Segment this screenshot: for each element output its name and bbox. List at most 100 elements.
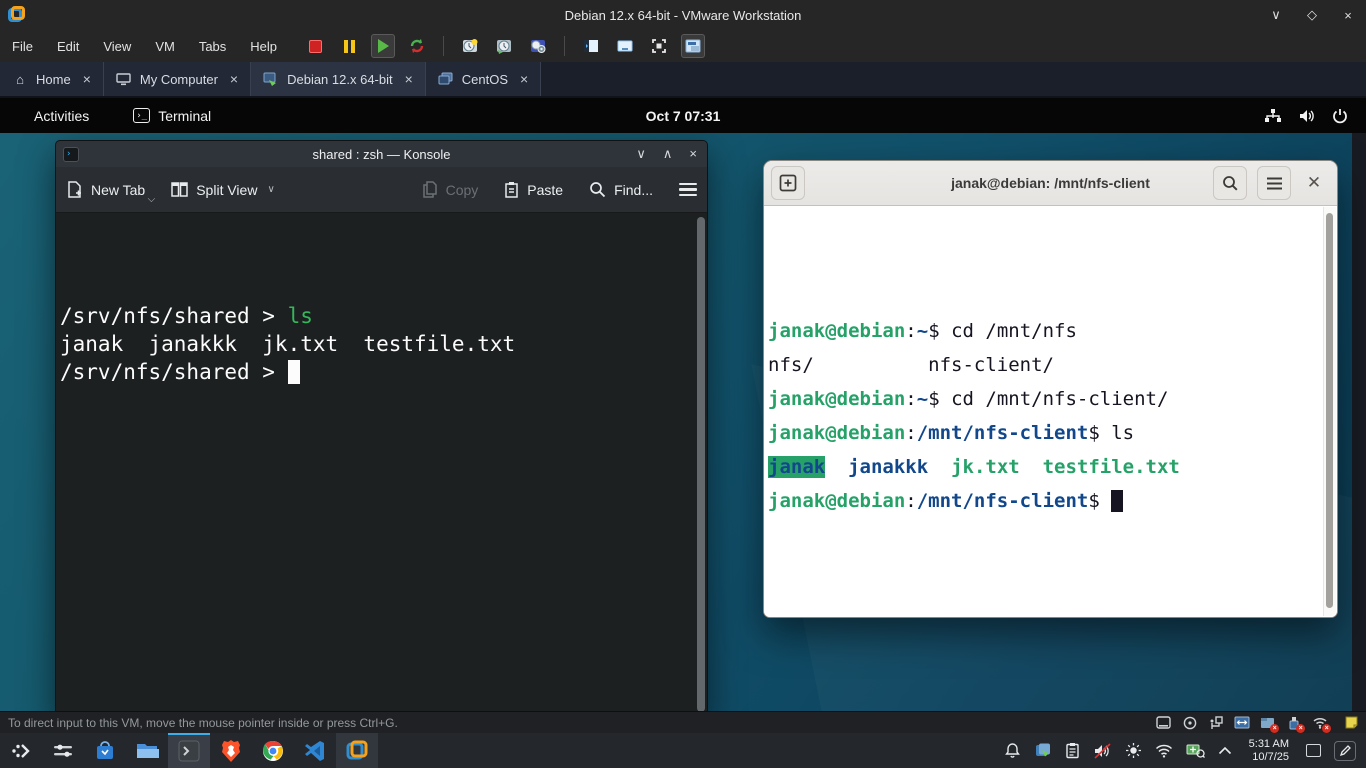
close-icon[interactable]: ✕ xyxy=(1301,173,1327,193)
find-button[interactable]: Find... xyxy=(589,181,653,198)
tab-home[interactable]: ⌂ Home × xyxy=(0,62,104,96)
cd-rom-icon[interactable] xyxy=(1181,715,1198,731)
tab-debian[interactable]: Debian 12.x 64-bit × xyxy=(251,62,426,96)
new-tab-icon xyxy=(66,181,83,198)
software-store-button[interactable] xyxy=(84,733,126,768)
message-log-icon[interactable] xyxy=(1343,715,1360,731)
show-library-icon[interactable] xyxy=(579,34,603,58)
tab-close-icon[interactable]: × xyxy=(520,71,528,87)
close-icon[interactable]: × xyxy=(689,146,697,162)
copy-icon xyxy=(422,181,438,198)
minimize-icon[interactable]: ∨ xyxy=(636,146,646,162)
split-view-label: Split View xyxy=(196,182,257,198)
tab-my-computer[interactable]: My Computer × xyxy=(104,62,251,96)
power-off-icon[interactable] xyxy=(303,34,327,58)
tab-close-icon[interactable]: × xyxy=(230,71,238,87)
pen-workspace-button[interactable] xyxy=(1334,741,1356,761)
tray-time: 5:31 AM xyxy=(1249,738,1289,751)
tab-centos[interactable]: CentOS × xyxy=(426,62,541,96)
snapshot-take-icon[interactable] xyxy=(458,34,482,58)
hamburger-menu-icon[interactable] xyxy=(679,183,697,197)
terminal-line: /srv/nfs/shared > ls xyxy=(60,302,705,330)
system-tray: 5:31 AM 10/7/25 xyxy=(1004,738,1356,764)
konsole-titlebar[interactable]: › shared : zsh — Konsole ∨ ∧ × xyxy=(56,141,707,167)
paste-button[interactable]: Paste xyxy=(504,181,563,198)
clock[interactable]: Oct 7 07:31 xyxy=(0,108,1366,124)
konsole-scrollbar[interactable] xyxy=(697,217,705,711)
wifi-disconnected-icon[interactable]: × xyxy=(1311,715,1328,731)
display-icon[interactable] xyxy=(1233,715,1250,731)
window-title: Debian 12.x 64-bit - VMware Workstation xyxy=(0,8,1366,23)
gnome-terminal-window: janak@debian: /mnt/nfs-client ✕ janak@de… xyxy=(763,160,1338,618)
tab-label: My Computer xyxy=(140,72,218,87)
file-manager-button[interactable] xyxy=(126,733,168,768)
tray-clock[interactable]: 5:31 AM 10/7/25 xyxy=(1249,738,1289,764)
snapshot-revert-icon[interactable] xyxy=(492,34,516,58)
menu-edit[interactable]: Edit xyxy=(45,30,91,62)
brightness-icon[interactable] xyxy=(1125,742,1142,759)
vscode-button[interactable] xyxy=(294,733,336,768)
screen-capture-icon[interactable] xyxy=(1186,743,1205,758)
chrome-browser-button[interactable] xyxy=(252,733,294,768)
maximize-icon[interactable]: ◇ xyxy=(1304,7,1320,23)
shared-folder-disconnected-icon[interactable]: × xyxy=(1259,715,1276,731)
system-status-area[interactable] xyxy=(1264,108,1348,124)
gterm-scrollbar-track[interactable] xyxy=(1323,207,1336,616)
reset-icon[interactable] xyxy=(405,34,429,58)
suspend-icon[interactable] xyxy=(337,34,361,58)
menu-vm[interactable]: VM xyxy=(143,30,187,62)
brave-browser-button[interactable] xyxy=(210,733,252,768)
terminal-line: janak@debian:/mnt/nfs-client$ xyxy=(768,484,1317,518)
chevron-up-icon[interactable] xyxy=(1218,746,1232,755)
copy-label: Copy xyxy=(446,182,479,198)
tab-close-icon[interactable]: × xyxy=(405,71,413,87)
tab-label: Home xyxy=(36,72,71,87)
terminal-line: janak@debian:/mnt/nfs-client$ ls xyxy=(768,416,1317,450)
vmware-task-button[interactable] xyxy=(336,733,378,768)
paste-icon xyxy=(504,181,519,198)
settings-button[interactable] xyxy=(42,733,84,768)
vmware-tray-icon[interactable] xyxy=(1034,742,1052,760)
full-screen-icon[interactable] xyxy=(647,34,671,58)
search-icon xyxy=(1222,175,1239,192)
start-menu-button[interactable] xyxy=(0,733,42,768)
status-message: To direct input to this VM, move the mou… xyxy=(8,716,398,730)
maximize-icon[interactable]: ∧ xyxy=(663,146,673,162)
menu-tabs[interactable]: Tabs xyxy=(187,30,238,62)
menu-file[interactable]: File xyxy=(0,30,45,62)
volume-muted-icon[interactable] xyxy=(1093,743,1112,759)
network-adapter-icon[interactable] xyxy=(1207,715,1224,731)
copy-button[interactable]: Copy xyxy=(422,181,479,198)
gterm-scrollbar-handle[interactable] xyxy=(1326,213,1333,608)
usb-disconnected-icon[interactable]: × xyxy=(1285,715,1302,731)
search-button[interactable] xyxy=(1213,166,1247,200)
show-thumbnail-bar-icon[interactable] xyxy=(613,34,637,58)
hard-disk-icon[interactable] xyxy=(1155,715,1172,731)
notifications-bell-icon[interactable] xyxy=(1004,742,1021,759)
konsole-window: › shared : zsh — Konsole ∨ ∧ × New Tab ⌵… xyxy=(55,140,708,711)
chevron-down-icon: ∨ xyxy=(267,184,274,195)
split-view-button[interactable]: Split View ∨ xyxy=(171,182,275,198)
menu-help[interactable]: Help xyxy=(238,30,289,62)
gterm-terminal[interactable]: janak@debian:~$ cd /mnt/nfsnfs/ nfs-clie… xyxy=(764,206,1337,617)
gterm-headerbar[interactable]: janak@debian: /mnt/nfs-client ✕ xyxy=(764,161,1337,206)
close-icon[interactable]: × xyxy=(1340,8,1356,23)
paste-label: Paste xyxy=(527,182,563,198)
wifi-icon[interactable] xyxy=(1155,744,1173,758)
snapshot-manager-icon[interactable] xyxy=(526,34,550,58)
vmware-titlebar[interactable]: Debian 12.x 64-bit - VMware Workstation … xyxy=(0,0,1366,30)
power-on-icon[interactable] xyxy=(371,34,395,58)
terminal-task-button[interactable] xyxy=(168,733,210,768)
terminal-line: janak janakkk jk.txt testfile.txt xyxy=(60,330,705,358)
menu-button[interactable] xyxy=(1257,166,1291,200)
minimize-icon[interactable]: ∨ xyxy=(1268,7,1284,23)
konsole-terminal[interactable]: /srv/nfs/shared > lsjanak janakkk jk.txt… xyxy=(56,213,707,711)
menu-view[interactable]: View xyxy=(91,30,143,62)
new-tab-button[interactable]: New Tab ⌵ xyxy=(66,181,145,198)
show-desktop-button[interactable] xyxy=(1306,744,1321,757)
tab-close-icon[interactable]: × xyxy=(83,71,91,87)
unity-icon[interactable] xyxy=(681,34,705,58)
monitor-icon xyxy=(116,71,132,87)
clipboard-icon[interactable] xyxy=(1065,742,1080,759)
screen: Debian 12.x 64-bit - VMware Workstation … xyxy=(0,0,1366,768)
